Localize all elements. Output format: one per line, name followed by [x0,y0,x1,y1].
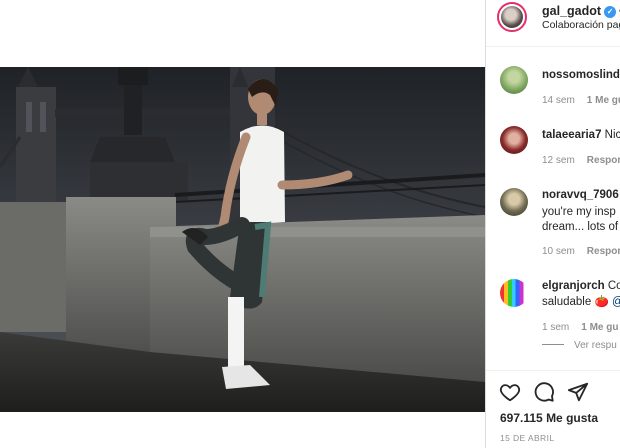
post-date[interactable]: 15 DE ABRIL [500,433,554,443]
paid-partnership-label[interactable]: Colaboración pag [542,19,620,31]
replies-line [542,344,564,345]
comment-time: 1 sem [542,322,570,333]
photo-woman-stretching-bridge [0,67,485,412]
mention-link[interactable]: @ [612,296,620,308]
comment-time: 12 sem [542,155,575,166]
comment-text-line-1: you're my insp [542,206,616,218]
comment-likes-link[interactable]: 1 Me gu [587,95,620,106]
tomato-emoji: 🍅 [594,296,609,308]
comment-line: elgranjorch Co [542,280,620,292]
paper-plane-icon[interactable] [567,381,589,403]
post-header: gal_gadot✓• Colaboración pag [486,0,620,47]
commenter-avatar[interactable] [500,279,528,307]
likes-count-row[interactable]: 697.115 Me gusta [500,411,598,425]
reply-link[interactable]: Respor [587,246,620,257]
post-photo[interactable] [0,67,485,412]
comment-text: saludable [542,296,592,308]
comment-meta: 14 sem 1 Me gu [542,95,620,106]
commenter-username[interactable]: talaeearia7 [542,129,601,141]
author-avatar[interactable] [497,2,527,32]
comment-text: Nic [604,129,620,141]
comment-time: 14 sem [542,95,575,106]
comment-text-start: Co [607,280,620,292]
comment-text-line-2: dream... lots of [542,221,619,233]
commenter-avatar[interactable] [500,126,528,154]
likes-count: 697.115 [500,411,543,425]
comment-meta: 1 sem 1 Me gu [542,322,618,333]
comment-meta: 10 sem Respor [542,246,620,257]
view-replies-toggle[interactable]: Ver respu [542,340,617,351]
comment-meta: 12 sem Respor [542,155,620,166]
comment-line: talaeearia7 Nic [542,129,620,141]
reply-link[interactable]: Respor [587,155,620,166]
post-media-pane [0,0,485,448]
comment-likes-link[interactable]: 1 Me gu [581,322,618,333]
comment-time: 10 sem [542,246,575,257]
commenter-avatar[interactable] [500,188,528,216]
comment-text-line: saludable 🍅 @ [542,295,620,309]
commenter-username[interactable]: elgranjorch [542,280,605,292]
verified-badge-icon: ✓ [604,6,617,18]
comment-bubble-icon[interactable] [533,381,555,403]
author-username-row: gal_gadot✓• [542,4,620,18]
heart-icon[interactable] [499,381,521,403]
commenter-avatar[interactable] [500,66,528,94]
comments-sidepane: gal_gadot✓• Colaboración pag nossomoslin… [485,0,620,448]
author-username[interactable]: gal_gadot [542,4,601,18]
view-replies-label[interactable]: Ver respu [574,340,617,351]
likes-label: Me gusta [546,411,599,425]
commenter-username[interactable]: nossomoslinde [542,69,620,81]
commenter-username[interactable]: noravvq_7906 [542,189,619,201]
post-actions: 697.115 Me gusta 15 DE ABRIL [486,370,620,448]
